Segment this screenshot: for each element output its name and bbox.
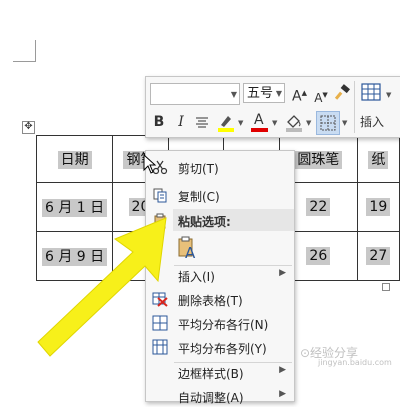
watermark-url: jingyan.baidu.com: [318, 358, 392, 367]
yellow-annotation-arrow: [37, 217, 167, 357]
